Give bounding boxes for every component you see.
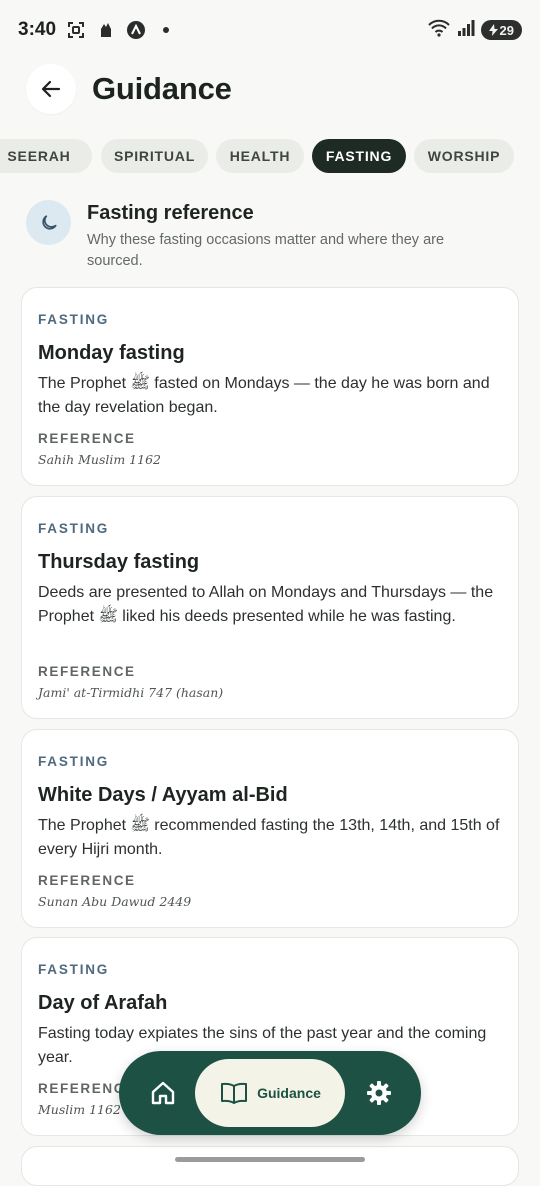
battery-indicator: 29 [480, 20, 522, 40]
chip-fasting[interactable]: FASTING [312, 139, 406, 173]
guidance-card-thursday[interactable]: FASTING Thursday fasting Deeds are prese… [21, 496, 519, 719]
card-category: FASTING [38, 962, 110, 977]
book-icon [221, 1082, 248, 1104]
guidance-card-next[interactable] [21, 1146, 519, 1186]
status-time: 3:40 [18, 19, 57, 40]
card-description: The Prophet ﷺ fasted on Mondays — the da… [38, 375, 490, 416]
card-title: Monday fasting [38, 342, 185, 364]
home-icon [151, 1081, 175, 1105]
nav-guidance-button[interactable]: Guidance [195, 1059, 345, 1127]
status-bar: 3:40 29 [0, 0, 540, 60]
section-title: Fasting reference [87, 202, 254, 224]
card-reference-label: REFERENCE [38, 873, 136, 888]
screenshot-icon [66, 20, 86, 40]
status-left: 3:40 [18, 19, 176, 41]
bolt-icon [488, 24, 498, 36]
moon-icon [41, 214, 57, 230]
nav-settings-button[interactable] [361, 1075, 397, 1111]
card-category: FASTING [38, 521, 110, 536]
card-reference-label: REFERENCE [38, 664, 136, 679]
home-indicator [175, 1157, 365, 1162]
signal-icon [457, 19, 475, 41]
card-reference: Jami' at-Tirmidhi 747 (hasan) [38, 685, 224, 700]
status-right: 29 [427, 19, 522, 42]
chip-spiritual[interactable]: SPIRITUAL [101, 139, 208, 173]
header: Guidance [26, 64, 232, 114]
guidance-card-monday[interactable]: FASTING Monday fasting The Prophet ﷺ fas… [21, 287, 519, 486]
bottom-nav: Guidance [119, 1051, 421, 1135]
card-title: Thursday fasting [38, 551, 200, 573]
card-reference-label: REFERENCE [38, 431, 136, 446]
card-title: Day of Arafah [38, 992, 168, 1014]
card-reference: Muslim 1162 [38, 1102, 121, 1117]
card-reference: Sahih Muslim 1162 [38, 452, 161, 467]
nav-home-button[interactable] [145, 1075, 181, 1111]
card-description: The Prophet ﷺ recommended fasting the 13… [38, 817, 500, 858]
back-button[interactable] [26, 64, 76, 114]
dot-icon [156, 20, 176, 40]
category-chips[interactable]: SEERAH SPIRITUAL HEALTH FASTING WORSHIP [0, 139, 540, 173]
card-category: FASTING [38, 754, 110, 769]
chip-seerah[interactable]: SEERAH [0, 139, 92, 173]
arrow-left-icon [41, 80, 61, 98]
guidance-card-white-days[interactable]: FASTING White Days / Ayyam al-Bid The Pr… [21, 729, 519, 928]
gesture-icon [96, 20, 116, 40]
wifi-icon [427, 19, 451, 42]
card-reference: Sunan Abu Dawud 2449 [38, 894, 192, 909]
chip-worship[interactable]: WORSHIP [414, 139, 514, 173]
section-icon-badge [26, 200, 71, 245]
page-title: Guidance [92, 71, 232, 106]
chip-health[interactable]: HEALTH [216, 139, 304, 173]
nav-guidance-label: Guidance [257, 1085, 321, 1101]
section-header: Fasting reference Why these fasting occa… [26, 200, 516, 272]
card-description: Deeds are presented to Allah on Mondays … [38, 584, 494, 625]
battery-level: 29 [499, 22, 514, 38]
card-title: White Days / Ayyam al-Bid [38, 784, 288, 806]
gear-icon [367, 1081, 391, 1105]
section-subtitle: Why these fasting occasions matter and w… [87, 232, 445, 269]
card-category: FASTING [38, 312, 110, 327]
section-text: Fasting reference Why these fasting occa… [87, 200, 487, 272]
app-notification-icon [126, 20, 146, 40]
